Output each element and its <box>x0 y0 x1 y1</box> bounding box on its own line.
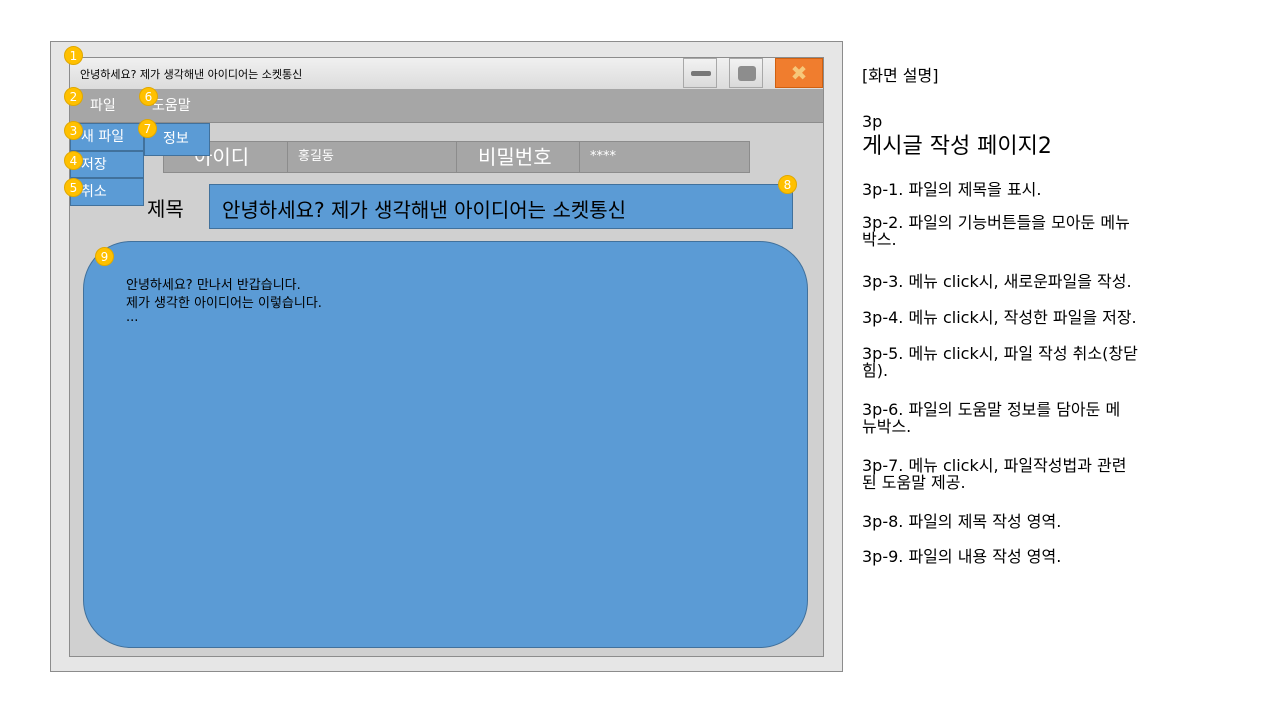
close-icon: ✖ <box>790 61 808 85</box>
content-line: 제가 생각한 아이디어는 이렇습니다. <box>126 296 322 311</box>
description-item: 3p-5. 메뉴 click시, 파일 작성 취소(창닫 <box>862 344 1138 363</box>
user-info-row: 아이디 홍길동 비밀번호 **** <box>163 141 750 173</box>
description-panel: [화면 설명] 3p 게시글 작성 페이지2 3p-1. 파일의 제목을 표시.… <box>862 0 1232 720</box>
description-item: 3p-9. 파일의 내용 작성 영역. <box>862 547 1062 566</box>
id-value: 홍길동 <box>298 149 334 164</box>
title-input[interactable]: 안녕하세요? 제가 생각해낸 아이디어는 소켓통신 <box>209 184 793 229</box>
description-item: 뉴박스. <box>862 417 912 436</box>
maximize-button[interactable] <box>729 58 763 88</box>
description-item: 3p-6. 파일의 도움말 정보를 담아둔 메 <box>862 400 1121 419</box>
annotation-badge: 1 <box>64 46 83 65</box>
maximize-icon <box>738 66 756 81</box>
annotation-badge: 8 <box>778 175 797 194</box>
description-item: 3p-4. 메뉴 click시, 작성한 파일을 저장. <box>862 308 1137 327</box>
password-label: 비밀번호 <box>478 145 552 169</box>
annotation-badge: 5 <box>64 178 83 197</box>
content-line: ... <box>126 310 139 325</box>
description-header: [화면 설명] <box>862 66 939 85</box>
description-item: 3p-3. 메뉴 click시, 새로운파일을 작성. <box>862 272 1132 291</box>
description-item: 3p-7. 메뉴 click시, 파일작성법과 관련 <box>862 456 1127 475</box>
description-item: 박스. <box>862 230 897 249</box>
annotation-badge: 6 <box>139 87 158 106</box>
divider <box>456 142 457 172</box>
divider <box>579 142 580 172</box>
title-bar: 안녕하세요? 제가 생각해낸 아이디어는 소켓통신 ✖ <box>70 58 823 90</box>
content-line: 안녕하세요? 만나서 반갑습니다. <box>126 278 301 293</box>
description-item: 3p-1. 파일의 제목을 표시. <box>862 180 1042 199</box>
content-editor[interactable]: 안녕하세요? 만나서 반갑습니다. 제가 생각한 아이디어는 이렇습니다. ..… <box>83 241 808 648</box>
close-button[interactable]: ✖ <box>775 58 823 88</box>
menu-file[interactable]: 파일 <box>90 95 116 115</box>
description-item: 3p-2. 파일의 기능버튼들을 모아둔 메뉴 <box>862 213 1130 232</box>
password-value: **** <box>590 149 616 164</box>
menu-bar: 파일 도움말 <box>70 89 823 123</box>
annotation-badge: 9 <box>95 247 114 266</box>
annotation-badge: 2 <box>64 87 83 106</box>
minimize-icon <box>691 71 711 76</box>
title-input-value: 안녕하세요? 제가 생각해낸 아이디어는 소켓통신 <box>222 198 627 222</box>
minimize-button[interactable] <box>683 58 717 88</box>
page-code: 3p <box>862 112 883 131</box>
annotation-badge: 4 <box>64 151 83 170</box>
description-item: 힘). <box>862 361 889 380</box>
description-item: 3p-8. 파일의 제목 작성 영역. <box>862 512 1062 531</box>
annotation-badge: 3 <box>64 121 83 140</box>
description-item: 된 도움말 제공. <box>862 473 966 492</box>
divider <box>287 142 288 172</box>
title-label: 제목 <box>147 197 184 221</box>
window-title: 안녕하세요? 제가 생각해낸 아이디어는 소켓통신 <box>80 68 303 81</box>
page-name: 게시글 작성 페이지2 <box>862 134 1052 159</box>
annotation-badge: 7 <box>138 119 157 138</box>
